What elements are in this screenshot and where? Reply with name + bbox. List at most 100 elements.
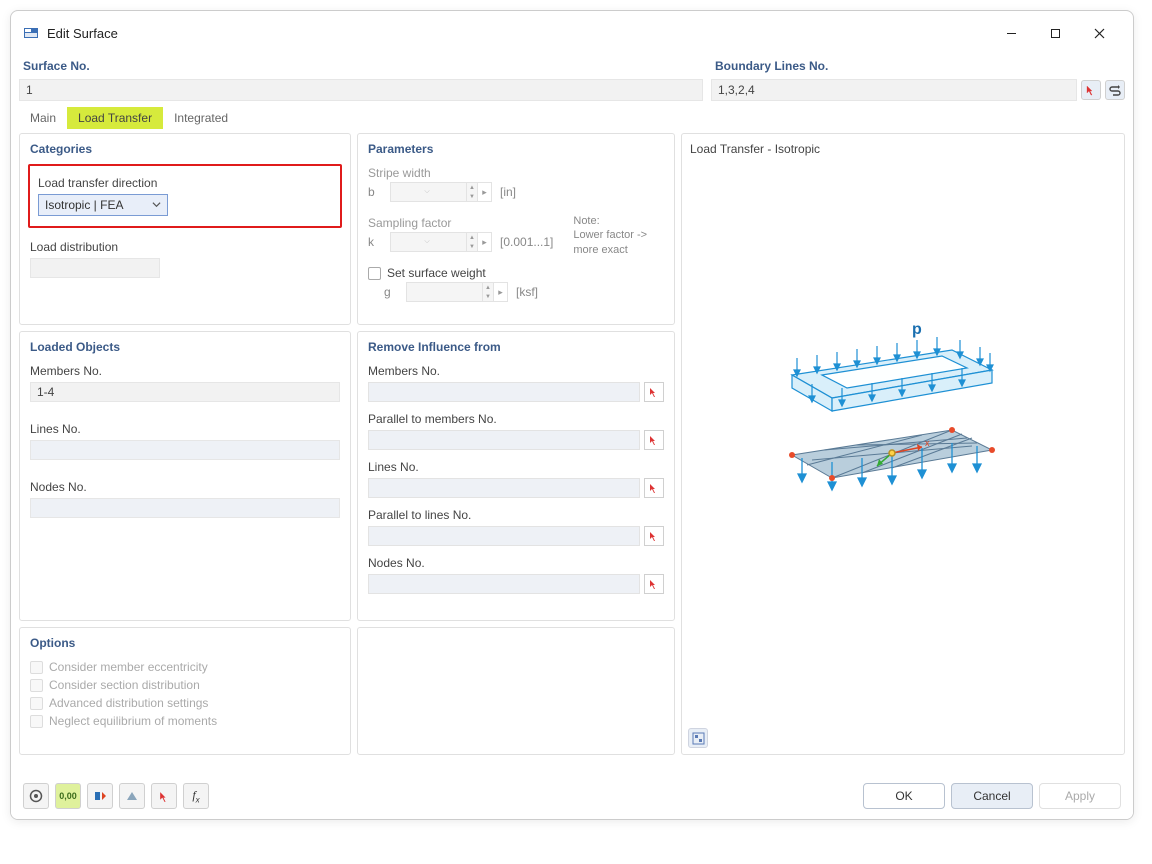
- weight-spin-down: ▼: [483, 292, 493, 301]
- remove-members-label: Members No.: [368, 364, 664, 378]
- window-title: Edit Surface: [47, 26, 118, 41]
- opt-eccentricity-label: Consider member eccentricity: [49, 660, 208, 674]
- boundary-lines-input[interactable]: [711, 79, 1077, 101]
- opt-eccentricity-checkbox: [30, 661, 43, 674]
- loaded-objects-title: Loaded Objects: [30, 340, 340, 354]
- opt-neglect-label: Neglect equilibrium of moments: [49, 714, 217, 728]
- weight-symbol: g: [384, 285, 398, 299]
- chevron-down-icon: [152, 198, 161, 212]
- boundary-lines-label: Boundary Lines No.: [711, 55, 1125, 79]
- remove-par-lines-label: Parallel to lines No.: [368, 508, 664, 522]
- set-weight-checkbox[interactable]: [368, 267, 381, 280]
- weight-spin-up: ▲: [483, 283, 493, 292]
- note-label: Note:: [573, 215, 599, 227]
- ok-button[interactable]: OK: [863, 783, 945, 809]
- tool-3-button[interactable]: [87, 783, 113, 809]
- options-title: Options: [30, 636, 340, 650]
- remove-lines-label: Lines No.: [368, 460, 664, 474]
- direction-highlight: Load transfer direction Isotropic | FEA: [28, 164, 342, 228]
- app-icon: [23, 25, 39, 41]
- maximize-button[interactable]: [1033, 19, 1077, 47]
- viz-title: Load Transfer - Isotropic: [690, 142, 1116, 156]
- loaded-members-label: Members No.: [30, 364, 340, 378]
- opt-advanced-checkbox: [30, 697, 43, 710]
- weight-unit: [ksf]: [516, 285, 538, 299]
- stripe-spin-up: ▲: [467, 183, 477, 192]
- remove-lines-input[interactable]: [368, 478, 640, 498]
- sampling-input: ⌵ ▲▼: [390, 232, 478, 252]
- weight-input: ▲▼: [406, 282, 494, 302]
- remove-influence-title: Remove Influence from: [368, 340, 664, 354]
- weight-arrow: ▸: [494, 282, 508, 302]
- loaded-members-input[interactable]: [30, 382, 340, 402]
- stripe-arrow: ▸: [478, 182, 492, 202]
- options-panel: Options Consider member eccentricity Con…: [19, 627, 351, 755]
- close-button[interactable]: [1077, 19, 1121, 47]
- loaded-nodes-label: Nodes No.: [30, 480, 340, 494]
- loaded-lines-input[interactable]: [30, 440, 340, 460]
- stripe-symbol: b: [368, 185, 382, 199]
- direction-value: Isotropic | FEA: [45, 198, 123, 212]
- remove-nodes-input[interactable]: [368, 574, 640, 594]
- sampling-label: Sampling factor: [368, 216, 553, 230]
- units-button[interactable]: 0,00: [55, 783, 81, 809]
- pick-remove-nodes[interactable]: [644, 574, 664, 594]
- categories-panel: Categories Load transfer direction Isotr…: [19, 133, 351, 325]
- tab-integrated[interactable]: Integrated: [163, 107, 239, 129]
- stripe-width-label: Stripe width: [368, 166, 664, 180]
- tool-5-button[interactable]: [151, 783, 177, 809]
- remove-par-members-input[interactable]: [368, 430, 640, 450]
- cancel-button[interactable]: Cancel: [951, 783, 1033, 809]
- help-button[interactable]: [23, 783, 49, 809]
- tab-main[interactable]: Main: [19, 107, 67, 129]
- pick-remove-par-members[interactable]: [644, 430, 664, 450]
- sampling-spin-down: ▼: [467, 242, 477, 251]
- titlebar: Edit Surface: [11, 11, 1133, 55]
- note-text: Lower factor -> more exact: [573, 229, 647, 255]
- opt-advanced-label: Advanced distribution settings: [49, 696, 208, 710]
- tab-load-transfer[interactable]: Load Transfer: [67, 107, 163, 129]
- remove-par-lines-input[interactable]: [368, 526, 640, 546]
- direction-select[interactable]: Isotropic | FEA: [38, 194, 168, 216]
- opt-section-label: Consider section distribution: [49, 678, 200, 692]
- pick-remove-lines[interactable]: [644, 478, 664, 498]
- apply-button: Apply: [1039, 783, 1121, 809]
- pick-boundary-button[interactable]: [1081, 80, 1101, 100]
- p-label: p: [912, 321, 922, 338]
- minimize-button[interactable]: [989, 19, 1033, 47]
- loaded-lines-label: Lines No.: [30, 422, 340, 436]
- visualization-panel: Load Transfer - Isotropic p: [681, 133, 1125, 755]
- edit-surface-dialog: Edit Surface Surface No. Boundary Lines …: [10, 10, 1134, 820]
- distribution-input[interactable]: [30, 258, 160, 278]
- surface-no-label: Surface No.: [19, 55, 703, 79]
- distribution-label: Load distribution: [30, 240, 340, 254]
- remove-nodes-label: Nodes No.: [368, 556, 664, 570]
- parameters-panel: Parameters Stripe width b ⌵ ▲▼ ▸ [in]: [357, 133, 675, 325]
- categories-title: Categories: [30, 142, 340, 156]
- tabs: Main Load Transfer Integrated: [11, 103, 1133, 129]
- loaded-objects-panel: Loaded Objects Members No. Lines No. Nod…: [19, 331, 351, 621]
- tool-6-button[interactable]: fx: [183, 783, 209, 809]
- direction-label: Load transfer direction: [38, 176, 332, 190]
- remove-members-input[interactable]: [368, 382, 640, 402]
- sampling-unit: [0.001...1]: [500, 235, 553, 249]
- sampling-spin-up: ▲: [467, 233, 477, 242]
- loaded-nodes-input[interactable]: [30, 498, 340, 518]
- footer: 0,00 fx OK Cancel Apply: [11, 773, 1133, 819]
- surface-no-input[interactable]: [19, 79, 703, 101]
- load-transfer-diagram: p: [762, 320, 1022, 520]
- sampling-symbol: k: [368, 235, 382, 249]
- pick-remove-par-lines[interactable]: [644, 526, 664, 546]
- sampling-arrow: ▸: [478, 232, 492, 252]
- viz-settings-button[interactable]: [688, 728, 708, 748]
- empty-panel: [357, 627, 675, 755]
- tool-4-button[interactable]: [119, 783, 145, 809]
- reverse-boundary-button[interactable]: [1105, 80, 1125, 100]
- set-weight-label: Set surface weight: [387, 266, 486, 280]
- svg-text:x: x: [925, 438, 930, 448]
- remove-par-members-label: Parallel to members No.: [368, 412, 664, 426]
- stripe-unit: [in]: [500, 185, 516, 199]
- opt-neglect-checkbox: [30, 715, 43, 728]
- pick-remove-members[interactable]: [644, 382, 664, 402]
- stripe-spin-down: ▼: [467, 192, 477, 201]
